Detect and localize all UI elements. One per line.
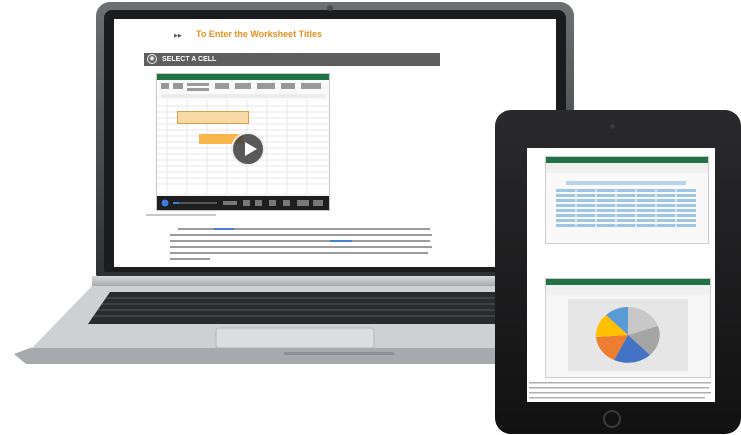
controls-graphic — [161, 199, 323, 207]
tablet-paragraph-lines — [529, 382, 711, 399]
caption-lines — [146, 214, 216, 216]
excel-ribbon — [157, 74, 329, 101]
pie-chart-graphic — [546, 279, 710, 371]
laptop-camera — [327, 5, 333, 11]
video-player[interactable] — [156, 73, 330, 211]
spreadsheet-screenshot — [545, 156, 709, 244]
section-title: To Enter the Worksheet Titles — [196, 29, 323, 39]
tablet-body-text — [529, 381, 713, 402]
video-caption — [146, 213, 216, 218]
paragraph-lines — [170, 228, 432, 260]
video-panel-label: SELECT A CELL — [162, 56, 217, 63]
panel-icon: ◉ — [147, 54, 157, 64]
body-paragraph — [170, 226, 440, 267]
tablet-camera — [610, 124, 615, 129]
tablet-screen — [527, 148, 715, 402]
spreadsheet-graphic — [546, 157, 708, 227]
play-icon — [245, 142, 257, 156]
laptop-screen: ▶▶ To Enter the Worksheet Titles ◉ SELEC… — [114, 19, 556, 267]
worksheet-title-cell — [177, 111, 249, 124]
video-controls[interactable] — [157, 196, 329, 210]
play-button[interactable] — [231, 132, 265, 166]
arrow-icon: ▶▶ — [174, 33, 182, 39]
tablet-home-button[interactable] — [603, 410, 621, 428]
pie-chart-screenshot — [545, 278, 711, 378]
ribbon-graphic — [157, 74, 329, 98]
